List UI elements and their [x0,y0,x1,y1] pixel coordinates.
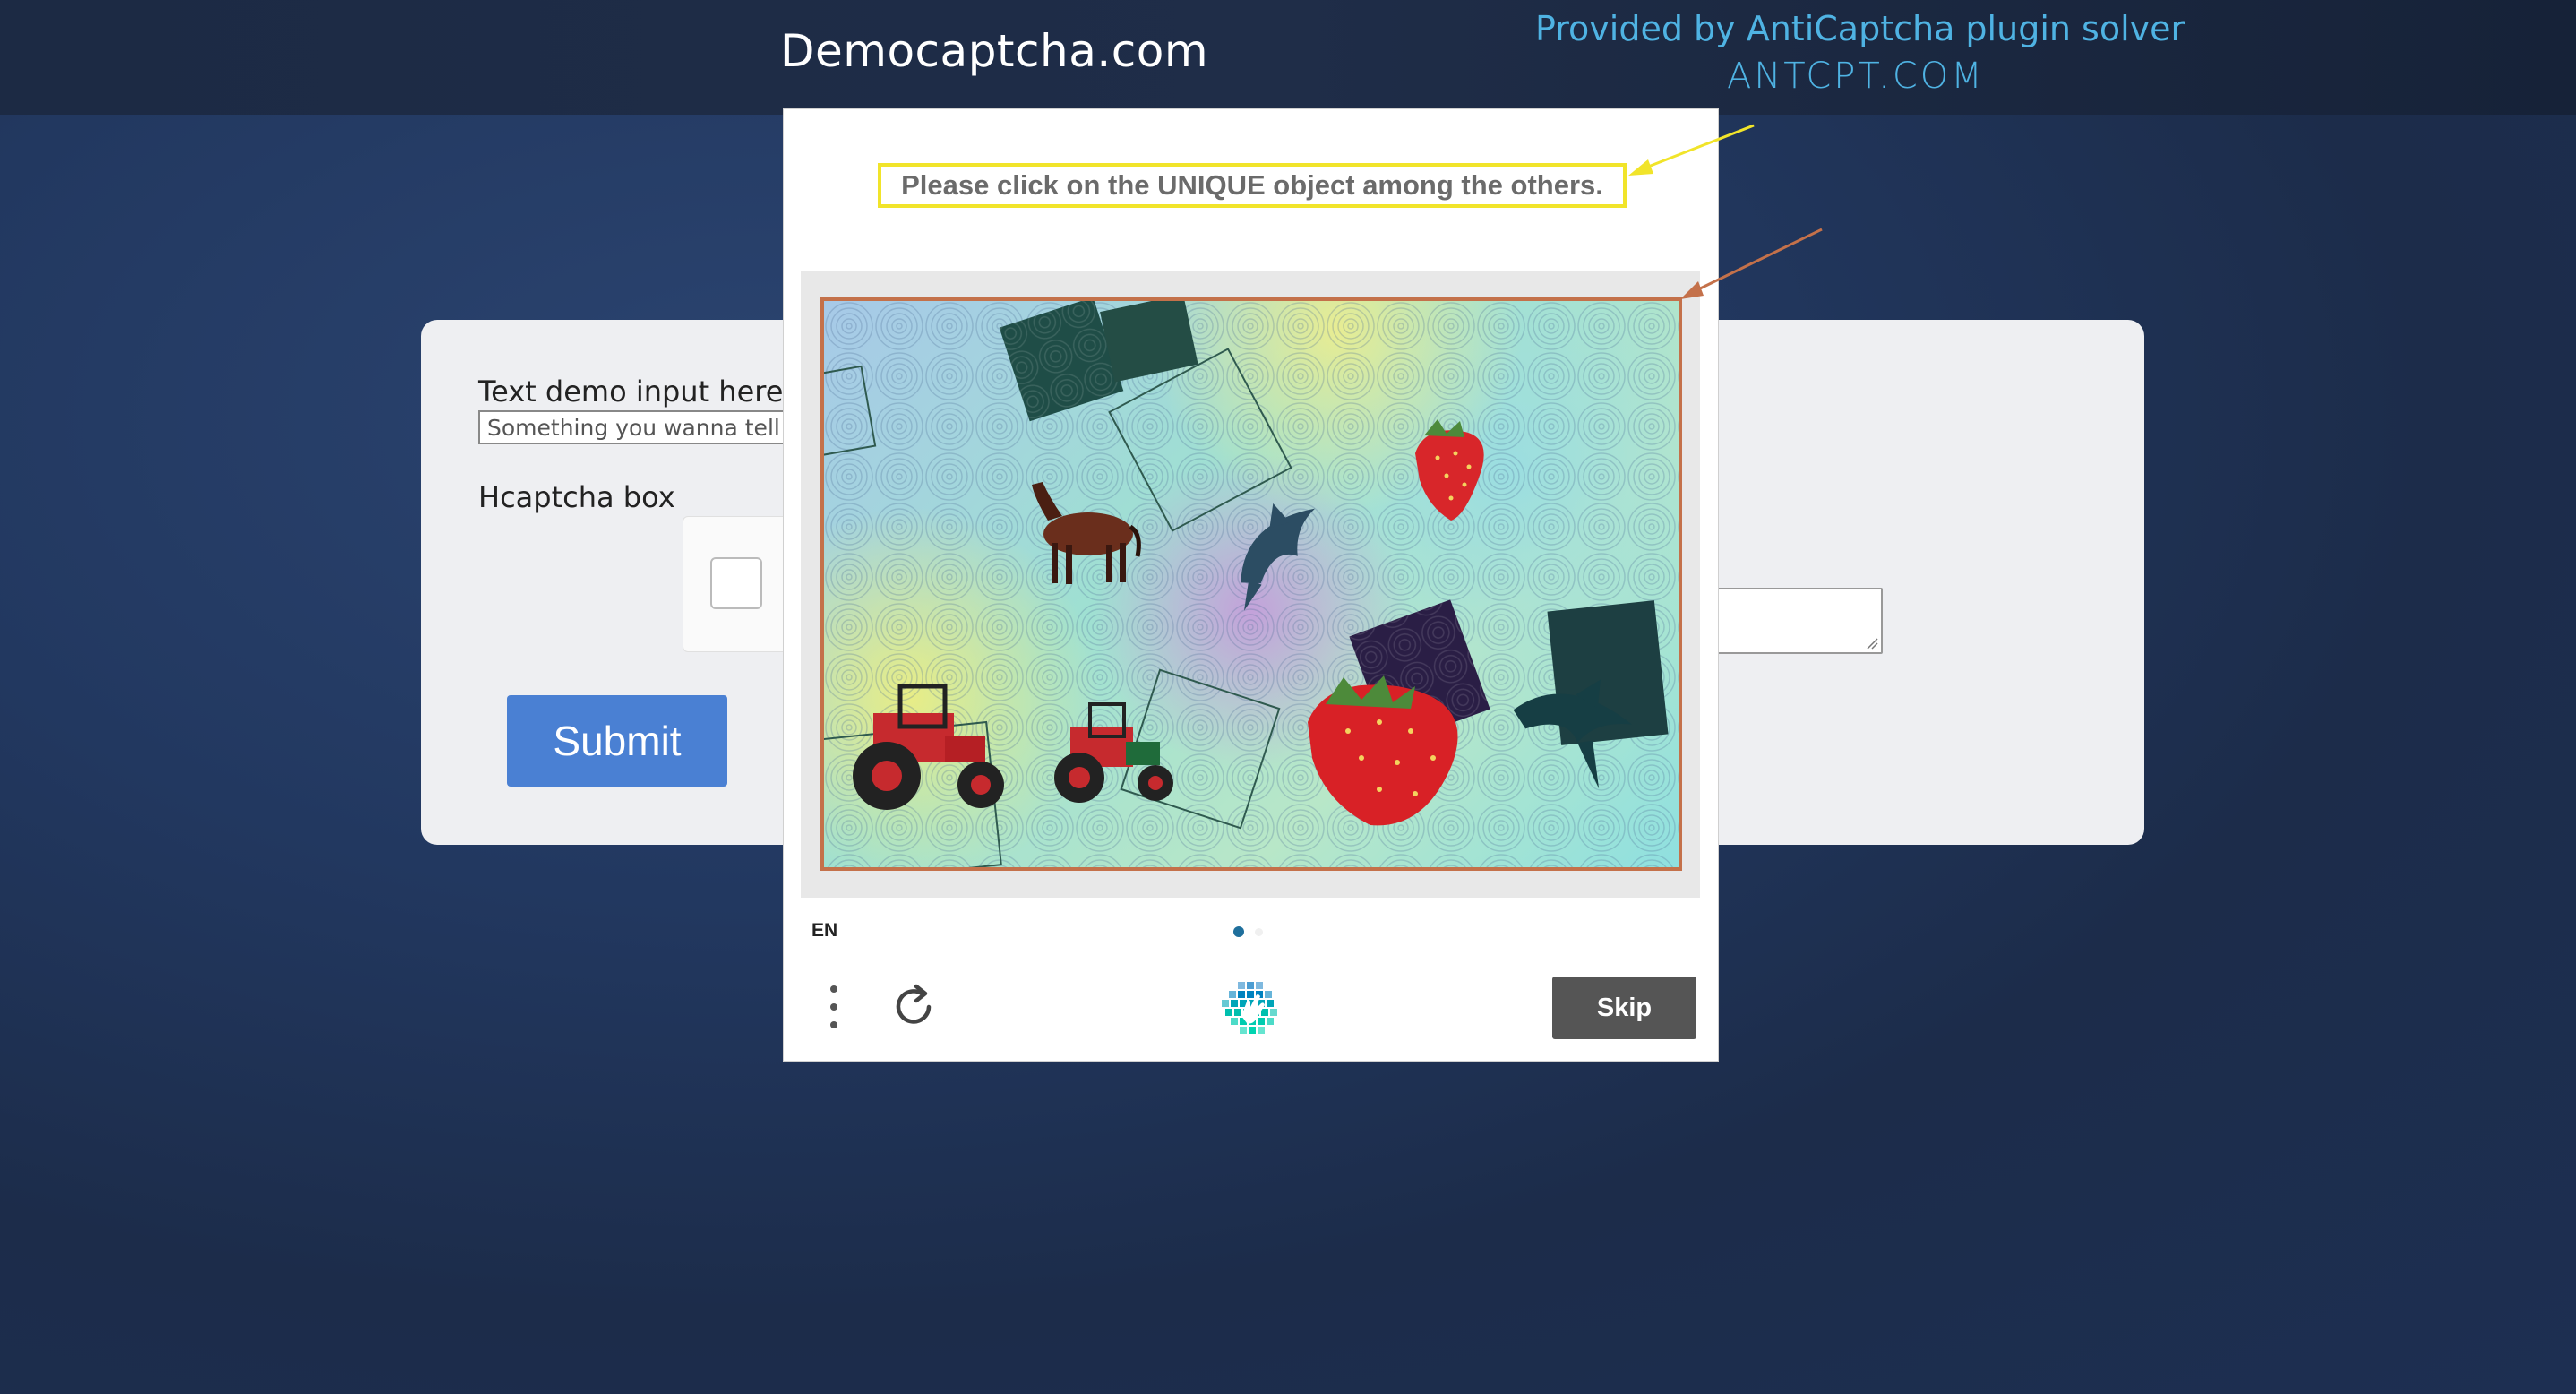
top-bar [0,0,2576,115]
page-indicator-active [1233,926,1244,937]
challenge-prompt: Please click on the UNIQUE object among … [901,169,1603,201]
hcaptcha-checkbox[interactable] [710,557,762,609]
skip-button[interactable]: Skip [1552,977,1696,1039]
refresh-icon[interactable] [889,983,938,1031]
resize-grip-icon[interactable] [1866,637,1878,650]
message-textarea[interactable] [1713,588,1883,654]
challenge-image-art [824,301,1679,867]
prompt-highlight-box: Please click on the UNIQUE object among … [878,163,1627,208]
page-indicator-inactive [1255,928,1263,936]
text-demo-input[interactable]: Something you wanna tell th [478,410,801,444]
menu-icon[interactable] [820,982,847,1032]
submit-button[interactable]: Submit [507,695,727,787]
site-title: Democaptcha.com [780,25,1209,77]
provided-by-text: Provided by AntiCaptcha plugin solver [1535,9,2185,48]
hcaptcha-label: Hcaptcha box [478,480,675,514]
language-selector[interactable]: EN [811,920,837,942]
antcpt-logo-text[interactable]: ANTCPT.COM [1727,56,1985,97]
challenge-image[interactable] [820,297,1682,871]
text-input-label: Text demo input here [478,374,784,409]
hcaptcha-logo-icon[interactable] [1220,980,1281,1037]
